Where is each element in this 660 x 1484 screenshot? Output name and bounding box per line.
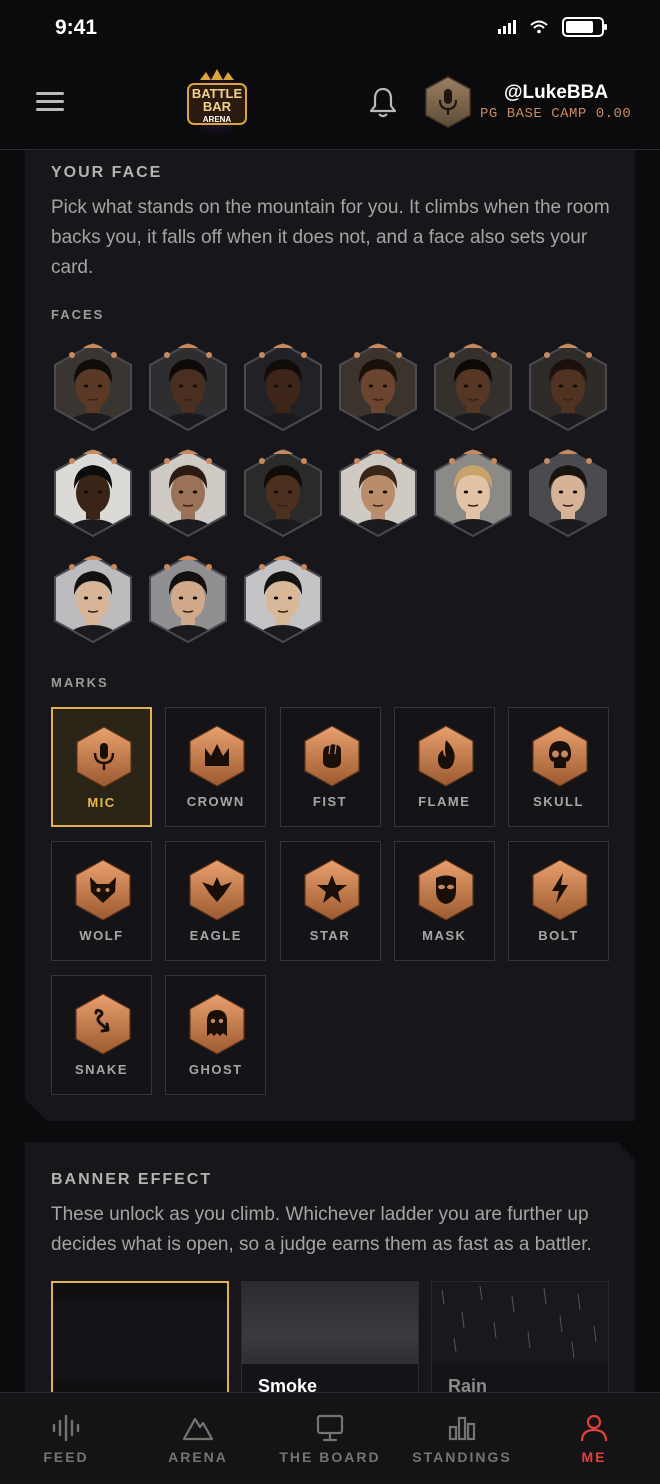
mark-label: MIC [87, 795, 116, 810]
mark-tile-skull[interactable]: SKULL [508, 707, 609, 827]
status-icons [498, 17, 608, 37]
face-option[interactable] [431, 339, 515, 433]
board-monitor-icon [316, 1414, 344, 1442]
mask-icon [417, 858, 475, 922]
face-option[interactable] [146, 445, 230, 539]
face-option[interactable] [51, 551, 135, 645]
mark-tile-mic[interactable]: MIC [51, 707, 152, 827]
nav-label: ME [581, 1449, 607, 1465]
nav-label: ARENA [168, 1449, 228, 1465]
your-face-title: YOUR FACE [51, 164, 163, 181]
banner-effect-card: BANNER EFFECT These unlock as you climb.… [25, 1142, 635, 1402]
crown-icon [188, 724, 246, 788]
mark-label: BOLT [538, 928, 579, 943]
ghost-icon [188, 992, 246, 1056]
mic-icon [75, 725, 133, 789]
face-option[interactable] [526, 339, 610, 433]
battery-icon [562, 17, 607, 37]
mark-label: SNAKE [74, 1062, 128, 1077]
mark-tile-fist[interactable]: FIST [280, 707, 381, 827]
flame-icon [417, 724, 475, 788]
mark-tile-eagle[interactable]: EAGLE [165, 841, 266, 961]
effect-tile-smoke[interactable]: Smoke [241, 1281, 419, 1403]
face-option[interactable] [431, 445, 515, 539]
mark-label: SKULL [533, 794, 584, 809]
logo-line-3: ARENA [203, 115, 232, 124]
face-option[interactable] [51, 445, 135, 539]
faces-label: FACES [51, 307, 105, 322]
rank-text: PG BASE CAMP 0.00 [480, 106, 632, 122]
bottom-nav: FEED ARENA THE BOARD STANDINGS ME [0, 1392, 660, 1484]
marks-label: MARKS [51, 675, 109, 690]
wifi-icon [530, 20, 548, 34]
nav-arena[interactable]: ARENA [132, 1393, 264, 1484]
app-header: BATTLE BAR ARENA @LukeBBA PG BASE CAMP 0… [0, 56, 660, 150]
rain-streaks [432, 1282, 609, 1364]
arena-mountain-icon [182, 1417, 214, 1441]
banner-effect-title: BANNER EFFECT [51, 1171, 213, 1188]
mark-label: FIST [312, 794, 348, 809]
nav-the-board[interactable]: THE BOARD [264, 1393, 396, 1484]
fist-icon [303, 724, 361, 788]
feed-icon [52, 1414, 80, 1442]
face-option[interactable] [336, 445, 420, 539]
mark-tile-star[interactable]: STAR [280, 841, 381, 961]
face-option[interactable] [146, 551, 230, 645]
face-option[interactable] [241, 445, 325, 539]
nav-feed[interactable]: FEED [0, 1393, 132, 1484]
eagle-icon [188, 858, 246, 922]
your-face-description: Pick what stands on the mountain for you… [51, 197, 610, 278]
your-face-card: YOUR FACE Pick what stands on the mounta… [25, 150, 635, 1121]
mark-label: GHOST [188, 1062, 243, 1077]
nav-standings[interactable]: STANDINGS [396, 1393, 528, 1484]
effect-tile-none[interactable] [51, 1281, 229, 1403]
profile-icon [580, 1414, 608, 1442]
mark-tile-wolf[interactable]: WOLF [51, 841, 152, 961]
mark-label: FLAME [418, 794, 471, 809]
username[interactable]: @LukeBBA [504, 82, 608, 104]
effect-tile-rain[interactable]: Rain [431, 1281, 609, 1403]
face-option[interactable] [241, 339, 325, 433]
nav-label: STANDINGS [412, 1449, 512, 1465]
nav-label: THE BOARD [279, 1449, 381, 1465]
banner-effect-description: These unlock as you climb. Whichever lad… [51, 1204, 592, 1255]
signal-icon [498, 20, 516, 34]
status-bar: 9:41 [0, 0, 660, 56]
snake-icon [74, 992, 132, 1056]
mark-label: EAGLE [189, 928, 242, 943]
bell-icon[interactable] [368, 86, 398, 118]
mark-tile-bolt[interactable]: BOLT [508, 841, 609, 961]
mark-label: STAR [309, 928, 351, 943]
face-option[interactable] [336, 339, 420, 433]
bolt-icon [531, 858, 589, 922]
face-option[interactable] [146, 339, 230, 433]
standings-chart-icon [448, 1416, 476, 1441]
mark-label: MASK [422, 928, 467, 943]
skull-icon [531, 724, 589, 788]
wolf-icon [74, 858, 132, 922]
mark-tile-mask[interactable]: MASK [394, 841, 495, 961]
face-option[interactable] [51, 339, 135, 433]
status-time: 9:41 [55, 16, 98, 39]
face-option[interactable] [526, 445, 610, 539]
mark-tile-flame[interactable]: FLAME [394, 707, 495, 827]
mark-label: WOLF [79, 928, 124, 943]
mark-label: CROWN [186, 794, 245, 809]
battle-bar-arena-logo[interactable]: BATTLE BAR ARENA [178, 66, 256, 140]
nav-label: FEED [43, 1449, 89, 1465]
nav-me[interactable]: ME [528, 1393, 660, 1484]
mark-tile-snake[interactable]: SNAKE [51, 975, 152, 1095]
logo-line-2: BAR [203, 99, 232, 114]
mark-tile-ghost[interactable]: GHOST [165, 975, 266, 1095]
face-option[interactable] [241, 551, 325, 645]
mark-tile-crown[interactable]: CROWN [165, 707, 266, 827]
star-icon [303, 858, 361, 922]
mic-avatar-icon[interactable] [424, 76, 472, 128]
menu-icon[interactable] [36, 92, 64, 114]
